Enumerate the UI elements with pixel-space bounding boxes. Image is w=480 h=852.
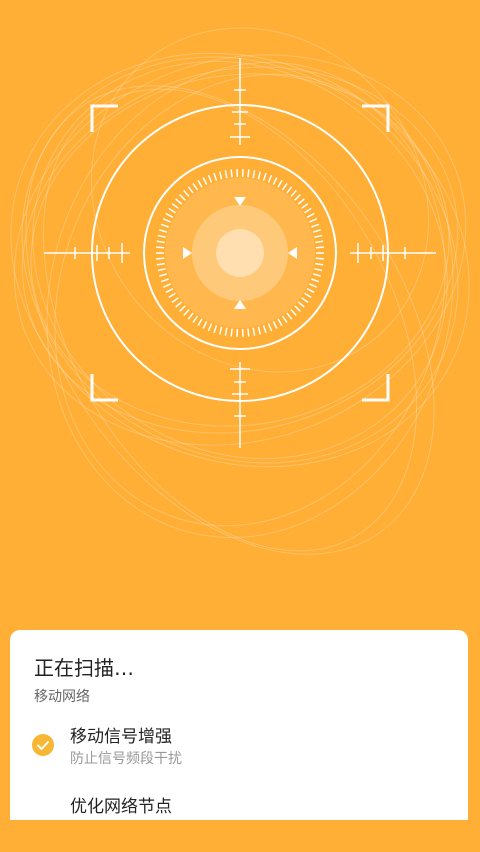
task-item-optimize-node: 优化网络节点 [32, 792, 452, 852]
tick-mark [258, 327, 260, 335]
tick-mark [315, 264, 323, 265]
tick-mark [248, 170, 249, 178]
tick-mark [180, 195, 186, 201]
tick-mark [307, 289, 314, 293]
tick-mark [214, 325, 217, 333]
tick-mark [166, 214, 173, 218]
tick-mark [309, 219, 316, 222]
tick-mark [291, 191, 296, 197]
check-icon [32, 734, 54, 756]
tick-mark [283, 316, 288, 323]
tick-mark [313, 274, 321, 276]
tick-mark [302, 204, 309, 209]
tick-mark [161, 279, 169, 282]
tick-mark [278, 180, 282, 187]
tick-mark [184, 191, 189, 197]
tick-mark [311, 224, 319, 227]
tick-mark [193, 316, 198, 323]
tick-mark [209, 175, 212, 182]
tick-mark [157, 264, 165, 265]
tick-mark [253, 170, 254, 178]
tick-mark [287, 313, 292, 319]
tick-mark [169, 293, 176, 297]
tick-mark [305, 293, 312, 297]
tick-mark [253, 328, 254, 336]
tick-mark [163, 219, 170, 222]
tick-mark [273, 321, 277, 328]
tick-mark [309, 284, 316, 287]
tick-mark [305, 209, 312, 213]
tick-mark [198, 180, 202, 187]
tick-mark [314, 269, 322, 271]
tick-mark [225, 328, 226, 336]
tick-mark [172, 204, 179, 209]
tick-mark [161, 224, 169, 227]
radar-scanner [0, 0, 480, 630]
tick-mark [180, 306, 186, 312]
tick-mark [231, 329, 232, 337]
tick-mark [158, 269, 166, 271]
tick-mark [203, 178, 207, 185]
tick-mark [269, 324, 272, 331]
tick-mark [316, 247, 324, 248]
scanner-graphic [0, 0, 480, 630]
tick-mark [295, 195, 301, 201]
tick-mark [225, 170, 226, 178]
tick-mark [209, 324, 212, 331]
tick-mark [169, 209, 176, 213]
tick-mark [314, 236, 322, 238]
scan-status-card: 正在扫描… 移动网络 移动信号增强 防止信号频段干扰 优化网络节点 [10, 630, 468, 820]
tick-mark [316, 258, 324, 259]
tick-mark [295, 306, 301, 312]
tick-mark [156, 258, 164, 259]
tick-mark [214, 173, 217, 181]
task-item-signal-boost: 移动信号增强 防止信号频段干扰 [32, 722, 452, 782]
tick-mark [163, 284, 170, 287]
tick-mark [188, 187, 193, 193]
tick-mark [273, 178, 277, 185]
tick-mark [172, 298, 179, 303]
tick-mark [278, 319, 282, 326]
tick-mark [176, 199, 182, 204]
tick-mark [287, 187, 292, 193]
tick-mark [184, 310, 189, 316]
task-title: 移动信号增强 [70, 722, 172, 747]
task-description: 防止信号频段干扰 [70, 748, 182, 768]
tick-mark [157, 241, 165, 242]
network-type-label: 移动网络 [34, 686, 90, 706]
tick-mark [298, 302, 304, 307]
tick-mark [283, 183, 288, 190]
tick-mark [269, 175, 272, 182]
tick-mark [311, 279, 319, 282]
tick-mark [159, 230, 167, 232]
tick-mark [307, 214, 314, 218]
tick-mark [298, 199, 304, 204]
tick-mark [166, 289, 173, 293]
task-title: 优化网络节点 [70, 792, 172, 817]
tick-mark [315, 241, 323, 242]
tick-mark [264, 325, 267, 333]
tick-mark [188, 313, 193, 319]
scan-title: 正在扫描… [34, 652, 134, 681]
tick-mark [176, 302, 182, 307]
tick-mark [258, 172, 260, 180]
tick-mark [231, 170, 232, 178]
tick-mark [158, 236, 166, 238]
tick-mark [264, 173, 267, 181]
tick-mark [302, 298, 309, 303]
tick-mark [248, 329, 249, 337]
tick-mark [198, 319, 202, 326]
tick-mark [159, 274, 167, 276]
tick-mark [220, 172, 222, 180]
tick-mark [193, 183, 198, 190]
tick-mark [220, 327, 222, 335]
tick-mark [313, 230, 321, 232]
tick-mark [291, 310, 296, 316]
tick-mark [203, 321, 207, 328]
tick-mark [156, 247, 164, 248]
